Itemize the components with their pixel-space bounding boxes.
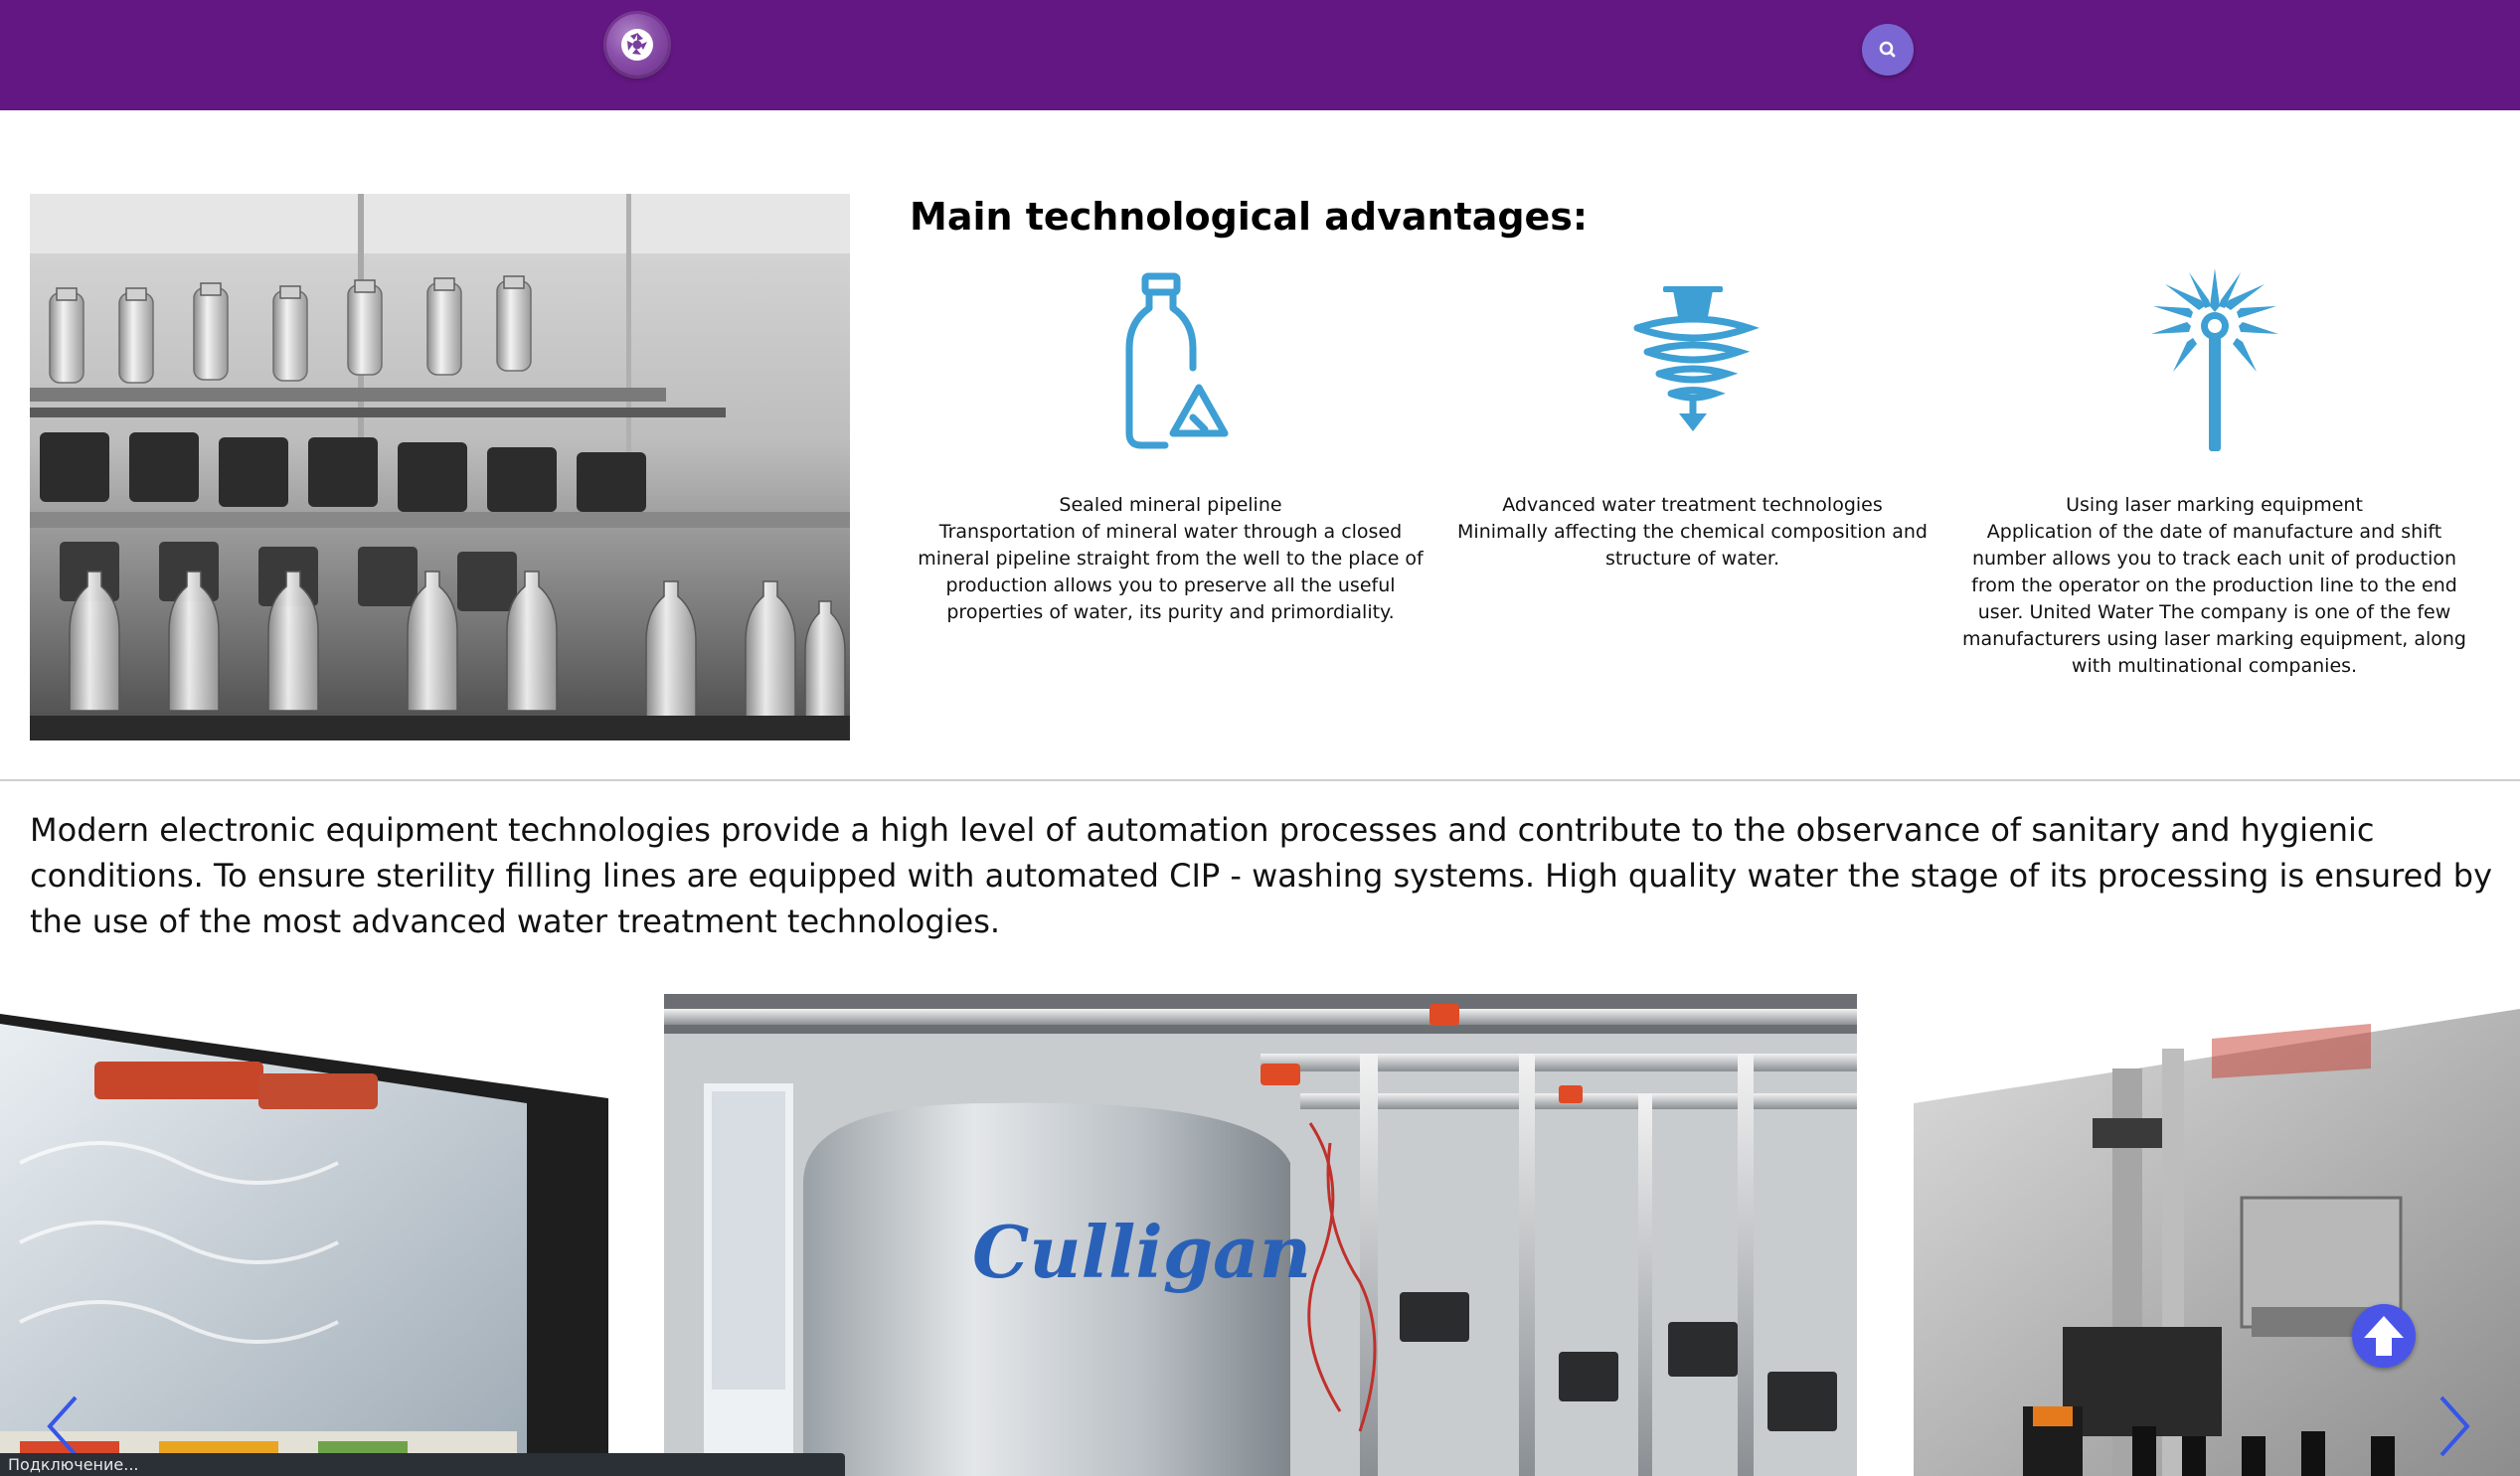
top-navigation-bar [0,0,2520,110]
arrow-up-circle-icon [2364,1316,2404,1356]
advantage-item-laser: Using laser marking equipment Applicatio… [1953,268,2475,680]
laser-burst-icon [2150,268,2278,451]
search-button[interactable] [1862,24,1914,76]
camera-aperture-icon [621,29,653,61]
carousel-slide-culligan-tank[interactable]: Culligan [664,994,1857,1476]
carousel-next-button[interactable] [2434,1392,2475,1465]
browser-status-bar: Подключение... [0,1453,845,1476]
bottling-line-photo [30,194,850,740]
search-icon [1879,41,1896,58]
advantages-title: Main technological advantages: [910,195,1589,239]
scroll-to-top-button[interactable] [2352,1304,2416,1368]
advantage-heading: Advanced water treatment technologies [1502,494,1883,516]
advantage-description: Transportation of mineral water through … [918,521,1424,623]
advantage-heading: Sealed mineral pipeline [1059,494,1282,516]
chevron-right-icon [2439,1395,2470,1457]
water-vortex-icon [1633,286,1760,431]
advantage-heading: Using laser marking equipment [2066,494,2363,516]
advantage-description: Application of the date of manufacture a… [1962,521,2466,677]
advantage-item-treatment: Advanced water treatment technologies Mi… [1431,268,1953,573]
carousel-slide-capping-machine[interactable] [1914,1009,2520,1476]
advantage-item-pipeline: Sealed mineral pipeline Transportation o… [910,268,1431,626]
advantage-description: Minimally affecting the chemical composi… [1457,521,1928,570]
lead-paragraph: Modern electronic equipment technologies… [30,811,2493,940]
carousel-slide-water-bottles[interactable] [0,1004,608,1476]
culligan-logo-text: Culligan [972,1210,1311,1294]
section-divider [0,779,2520,781]
site-logo[interactable] [606,14,668,76]
bottle-recycle-icon [1125,272,1228,449]
chevron-left-icon [47,1395,78,1457]
